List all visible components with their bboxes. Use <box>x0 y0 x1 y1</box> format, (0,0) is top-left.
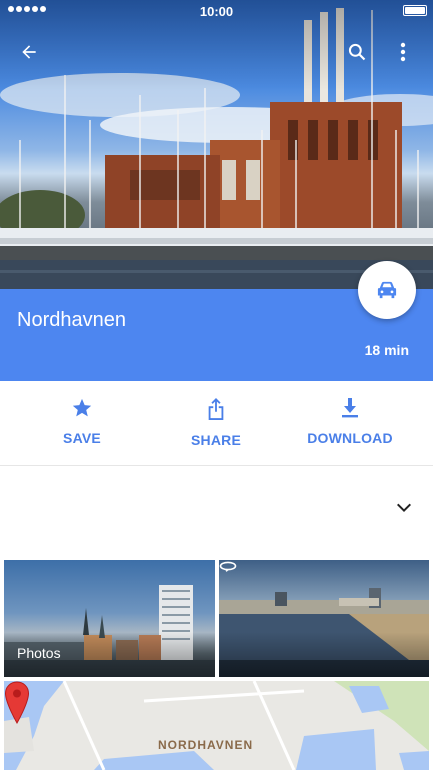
save-label: SAVE <box>63 430 101 446</box>
map-tiles <box>4 681 429 770</box>
download-icon <box>342 398 358 418</box>
map-place-label: NORDHAVNEN <box>158 738 254 752</box>
travel-time: 18 min <box>364 342 409 358</box>
search-icon <box>348 43 366 61</box>
map-pin-icon <box>4 681 30 725</box>
chevron-down-icon <box>397 503 411 512</box>
search-button[interactable] <box>339 34 375 70</box>
download-label: DOWNLOAD <box>307 430 393 446</box>
photos-label: Photos <box>17 645 61 661</box>
panorama-tile[interactable] <box>219 560 429 677</box>
status-bar: 10:00 <box>0 0 433 22</box>
back-button[interactable] <box>11 34 47 70</box>
share-icon <box>208 398 224 420</box>
panorama-360-icon <box>219 561 237 572</box>
map-preview[interactable]: NORDHAVNEN <box>4 681 429 770</box>
expand-details-button[interactable] <box>392 495 416 519</box>
share-button[interactable]: SHARE <box>156 397 276 448</box>
tile-shade <box>219 632 429 677</box>
directions-button[interactable] <box>358 261 416 319</box>
photos-tile[interactable]: Photos <box>4 560 215 677</box>
more-vert-icon <box>400 42 406 62</box>
action-row: SAVE SHARE DOWNLOAD <box>0 381 433 466</box>
place-title: Nordhavnen <box>17 309 126 331</box>
arrow-back-icon <box>22 45 36 59</box>
share-label: SHARE <box>190 432 241 448</box>
status-time: 10:00 <box>199 4 234 19</box>
download-button[interactable]: DOWNLOAD <box>290 397 410 446</box>
car-icon <box>377 281 397 299</box>
battery-icon <box>403 5 427 16</box>
more-options-button[interactable] <box>385 34 421 70</box>
save-button[interactable]: SAVE <box>22 397 142 446</box>
star-icon <box>72 398 92 417</box>
